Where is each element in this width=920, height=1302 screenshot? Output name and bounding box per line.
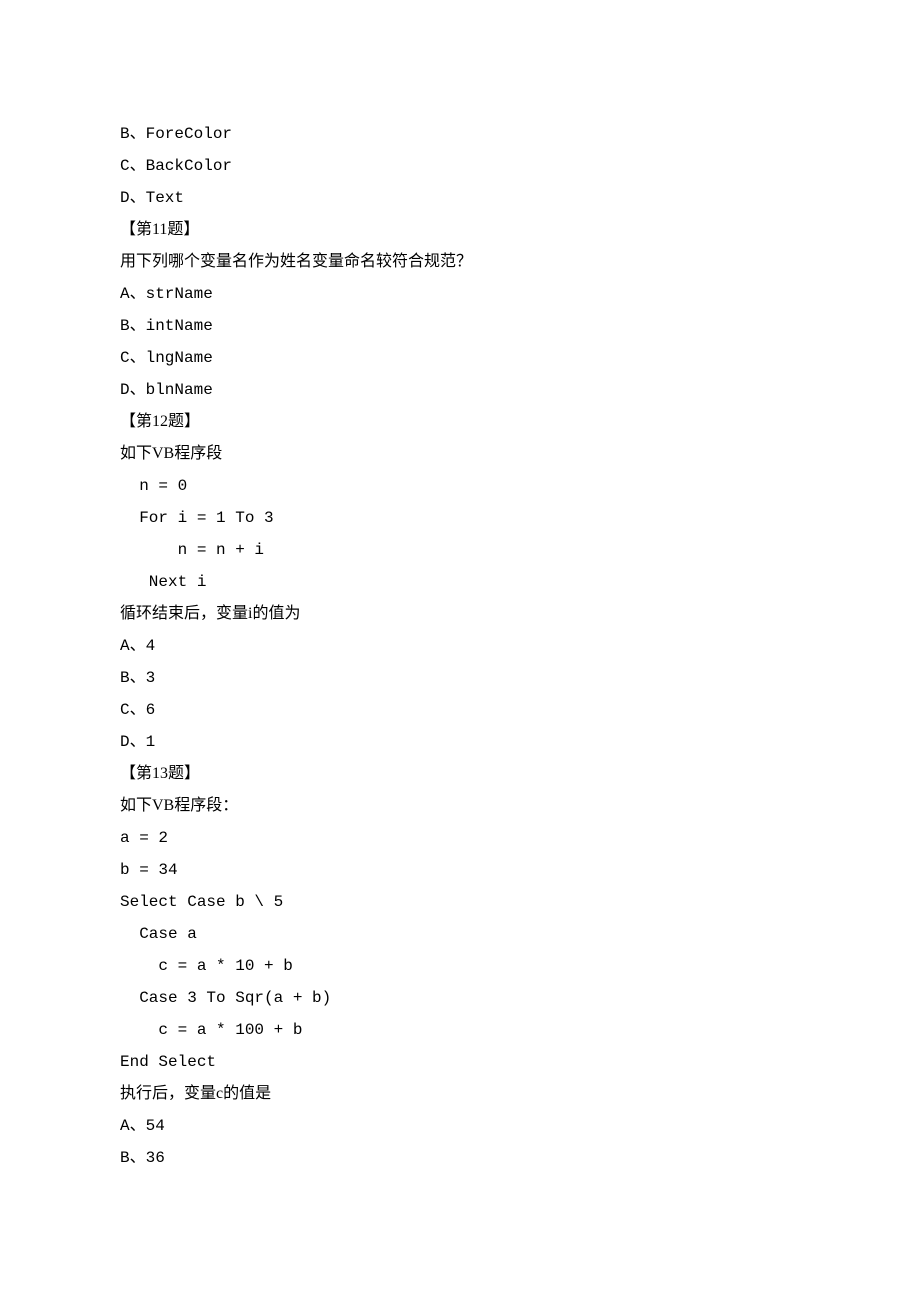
text-line: Case a bbox=[120, 918, 800, 950]
text-line: 如下VB程序段 bbox=[120, 438, 800, 470]
text-line: Case 3 To Sqr(a + b) bbox=[120, 982, 800, 1014]
text-line: B、intName bbox=[120, 310, 800, 342]
text-line: a = 2 bbox=[120, 822, 800, 854]
text-line: 执行后，变量c的值是 bbox=[120, 1078, 800, 1110]
text-line: c = a * 10 + b bbox=[120, 950, 800, 982]
text-line: A、4 bbox=[120, 630, 800, 662]
text-line: n = n + i bbox=[120, 534, 800, 566]
text-line: End Select bbox=[120, 1046, 800, 1078]
text-line: C、BackColor bbox=[120, 150, 800, 182]
text-line: C、lngName bbox=[120, 342, 800, 374]
text-line: B、3 bbox=[120, 662, 800, 694]
text-line: A、54 bbox=[120, 1110, 800, 1142]
text-line: C、6 bbox=[120, 694, 800, 726]
text-line: D、1 bbox=[120, 726, 800, 758]
text-line: B、36 bbox=[120, 1142, 800, 1174]
text-line: For i = 1 To 3 bbox=[120, 502, 800, 534]
text-line: Next i bbox=[120, 566, 800, 598]
text-line: 用下列哪个变量名作为姓名变量命名较符合规范？ bbox=[120, 246, 800, 278]
text-line: A、strName bbox=[120, 278, 800, 310]
text-line: B、ForeColor bbox=[120, 118, 800, 150]
text-line: 【第13题】 bbox=[120, 758, 800, 790]
text-line: c = a * 100 + b bbox=[120, 1014, 800, 1046]
text-line: 【第12题】 bbox=[120, 406, 800, 438]
text-line: n = 0 bbox=[120, 470, 800, 502]
text-line: 循环结束后，变量i的值为 bbox=[120, 598, 800, 630]
text-line: 【第11题】 bbox=[120, 214, 800, 246]
text-line: D、Text bbox=[120, 182, 800, 214]
text-line: D、blnName bbox=[120, 374, 800, 406]
document-page: B、ForeColorC、BackColorD、Text【第11题】用下列哪个变… bbox=[0, 0, 920, 1274]
text-line: 如下VB程序段： bbox=[120, 790, 800, 822]
text-line: Select Case b \ 5 bbox=[120, 886, 800, 918]
text-line: b = 34 bbox=[120, 854, 800, 886]
